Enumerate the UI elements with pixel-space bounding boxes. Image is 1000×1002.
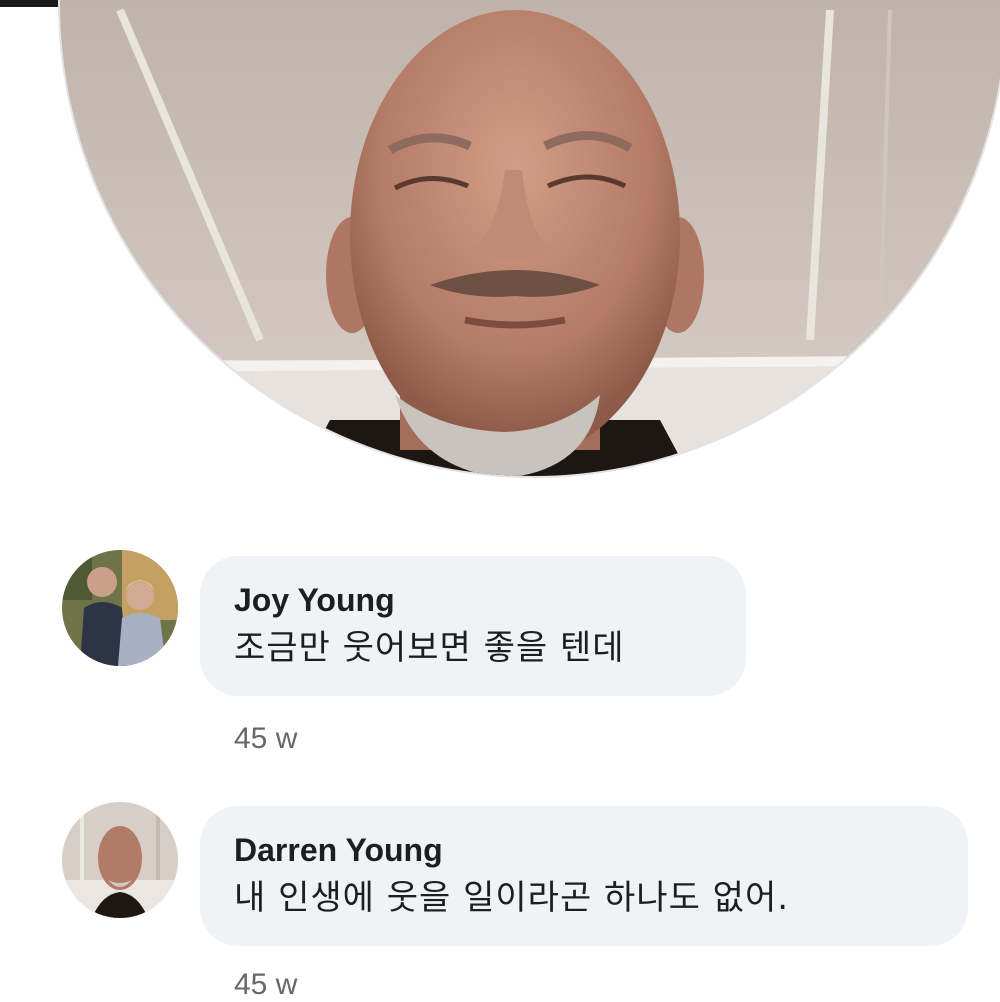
comment-bubble[interactable]: Darren Young 내 인생에 웃을 일이라곤 하나도 없어. [200, 806, 968, 946]
comment-bubble[interactable]: Joy Young 조금만 웃어보면 좋을 텐데 [200, 556, 746, 696]
comment-timestamp[interactable]: 45 w [234, 968, 297, 1002]
comment-text: 내 인생에 웃을 일이라곤 하나도 없어. [234, 878, 790, 918]
comment-avatar[interactable] [62, 802, 178, 918]
man-portrait-avatar [62, 802, 178, 918]
couple-photo-avatar [62, 550, 178, 666]
comment-avatar[interactable] [62, 550, 178, 666]
comment-text: 조금만 웃어보면 좋을 텐데 [234, 628, 625, 668]
profile-picture[interactable] [60, 0, 1000, 476]
comment-author[interactable]: Darren Young [234, 832, 938, 868]
comment-author[interactable]: Joy Young [234, 582, 716, 618]
profile-photo-image [60, 0, 1000, 476]
comment-timestamp[interactable]: 45 w [234, 722, 297, 756]
